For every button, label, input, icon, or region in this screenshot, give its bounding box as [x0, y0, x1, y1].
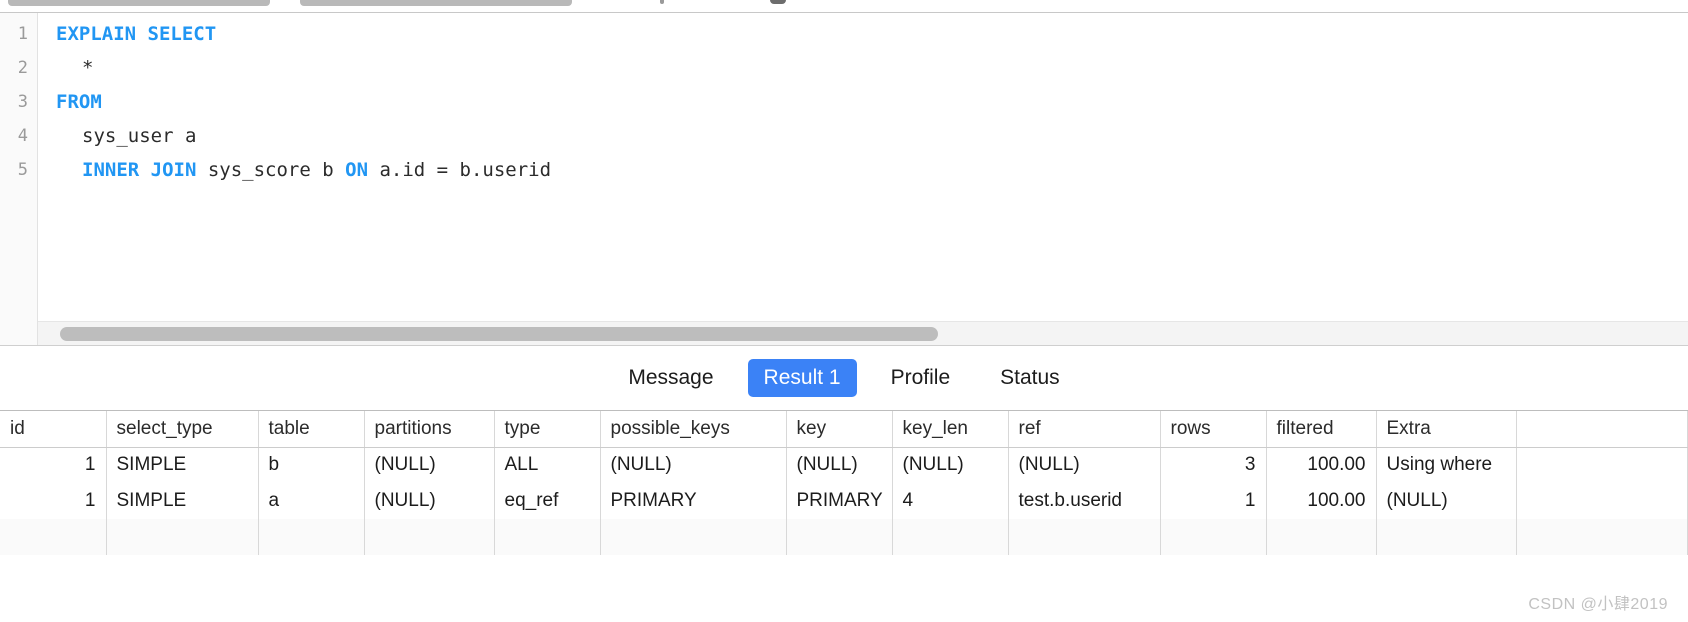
line-number: 4 [17, 126, 28, 146]
empty-cell [786, 519, 893, 555]
empty-cell [494, 519, 601, 555]
cell-filler [1516, 447, 1688, 483]
cell-table: b [258, 447, 365, 483]
table-row[interactable]: 1 SIMPLE b (NULL) ALL (NULL) (NULL) (NUL… [0, 447, 1688, 483]
empty-cell [1160, 519, 1267, 555]
tab-message[interactable]: Message [612, 359, 729, 396]
cell-select-type: SIMPLE [106, 447, 259, 483]
cell-possible-keys: PRIMARY [600, 483, 787, 519]
watermark: CSDN @小肆2019 [1528, 596, 1668, 613]
column-header-id[interactable]: id [0, 411, 107, 448]
cell-id: 1 [0, 447, 107, 483]
cell-extra: Using where [1376, 447, 1517, 483]
editor-horizontal-scrollbar[interactable] [38, 321, 1688, 345]
tab-result-1[interactable]: Result 1 [747, 359, 857, 397]
cell-ref: test.b.userid [1008, 483, 1161, 519]
empty-cell [106, 519, 259, 555]
cell-partitions: (NULL) [364, 447, 495, 483]
column-header-extra[interactable]: Extra [1376, 411, 1517, 448]
code-line-4: sys_user a [82, 119, 196, 153]
sql-token: a.id = b.userid [379, 159, 552, 181]
empty-cell [892, 519, 1009, 555]
empty-cell [0, 519, 107, 555]
empty-cell [364, 519, 495, 555]
sql-token: * [82, 57, 94, 79]
sql-client-window: 1 2 3 4 5 EXPLAIN SELECT * FROM sys_user… [0, 0, 1688, 622]
code-line-5: INNER JOIN sys_score b ON a.id = b.useri… [82, 153, 551, 187]
line-number: 5 [17, 160, 28, 180]
results-tab-bar: Message Result 1 Profile Status [0, 346, 1688, 410]
column-header-filler [1516, 411, 1688, 448]
code-area[interactable]: EXPLAIN SELECT * FROM sys_user a INNER J… [38, 13, 1688, 345]
code-line-2: * [82, 51, 93, 85]
cell-ref: (NULL) [1008, 447, 1161, 483]
cell-filler [1516, 483, 1688, 519]
tab-status[interactable]: Status [984, 359, 1076, 396]
cell-rows: 3 [1160, 447, 1267, 483]
cell-filtered: 100.00 [1266, 447, 1377, 483]
line-number: 3 [17, 92, 28, 112]
column-header-type[interactable]: type [494, 411, 601, 448]
column-header-rows[interactable]: rows [1160, 411, 1267, 448]
empty-cell [600, 519, 787, 555]
tab-profile[interactable]: Profile [875, 359, 967, 396]
empty-cell [1376, 519, 1517, 555]
column-header-partitions[interactable]: partitions [364, 411, 495, 448]
empty-cell [1266, 519, 1377, 555]
toolbar-control-1[interactable] [8, 0, 270, 6]
code-line-3: FROM [56, 85, 102, 119]
cell-filtered: 100.00 [1266, 483, 1377, 519]
line-number-gutter: 1 2 3 4 5 [0, 13, 38, 345]
empty-cell [1008, 519, 1161, 555]
empty-cell [258, 519, 365, 555]
empty-cell [1516, 519, 1688, 555]
sql-token: sys_score b [207, 159, 346, 181]
cell-partitions: (NULL) [364, 483, 495, 519]
cell-type: eq_ref [494, 483, 601, 519]
sql-keyword: EXPLAIN SELECT [56, 23, 217, 45]
cell-key-len: 4 [892, 483, 1009, 519]
scrollbar-thumb[interactable] [60, 327, 938, 341]
line-number: 2 [17, 58, 28, 78]
column-header-key-len[interactable]: key_len [892, 411, 1009, 448]
column-header-key[interactable]: key [786, 411, 893, 448]
table-empty-row [0, 519, 1688, 555]
sql-editor[interactable]: 1 2 3 4 5 EXPLAIN SELECT * FROM sys_user… [0, 13, 1688, 345]
cell-type: ALL [494, 447, 601, 483]
explain-result-table: id select_type table partitions type pos… [0, 411, 1688, 555]
toolbar-strip [0, 0, 1688, 13]
cell-table: a [258, 483, 365, 519]
column-header-select-type[interactable]: select_type [106, 411, 259, 448]
cell-key: (NULL) [786, 447, 893, 483]
column-header-ref[interactable]: ref [1008, 411, 1161, 448]
code-line-1: EXPLAIN SELECT [56, 17, 216, 51]
cell-possible-keys: (NULL) [600, 447, 787, 483]
column-header-table[interactable]: table [258, 411, 365, 448]
cell-rows: 1 [1160, 483, 1267, 519]
line-number: 1 [17, 24, 28, 44]
cell-id: 1 [0, 483, 107, 519]
sql-keyword: FROM [56, 91, 102, 113]
sql-keyword: INNER JOIN [82, 159, 208, 181]
result-grid[interactable]: id select_type table partitions type pos… [0, 410, 1688, 622]
toolbar-control-2[interactable] [300, 0, 572, 6]
sql-token: sys_user a [82, 125, 197, 147]
cell-extra: (NULL) [1376, 483, 1517, 519]
cell-key-len: (NULL) [892, 447, 1009, 483]
table-row[interactable]: 1 SIMPLE a (NULL) eq_ref PRIMARY PRIMARY… [0, 483, 1688, 519]
column-header-possible-keys[interactable]: possible_keys [600, 411, 787, 448]
cell-key: PRIMARY [786, 483, 893, 519]
cell-select-type: SIMPLE [106, 483, 259, 519]
toolbar-control-4[interactable] [770, 0, 786, 4]
column-header-filtered[interactable]: filtered [1266, 411, 1377, 448]
table-header-row: id select_type table partitions type pos… [0, 411, 1688, 448]
toolbar-control-3[interactable] [660, 0, 664, 4]
sql-keyword: ON [345, 159, 380, 181]
